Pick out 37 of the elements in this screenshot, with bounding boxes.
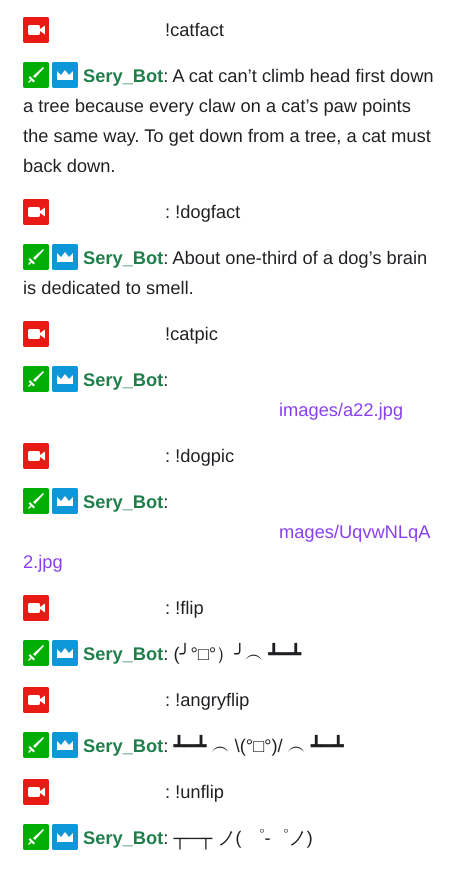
camera-icon xyxy=(23,321,49,347)
message-text: : !angryflip xyxy=(165,688,250,712)
chat-message: Sery_Bot: ┻━┻ ︵ \(°□°)/ ︵ ┻━┻ xyxy=(23,731,437,761)
crown-icon xyxy=(52,366,78,392)
sword-icon xyxy=(23,488,49,514)
crown-icon xyxy=(52,244,78,270)
chat-message: Sery_Bot: (╯°□°）╯︵ ┻━┻ xyxy=(23,639,437,669)
sword-icon xyxy=(23,366,49,392)
crown-icon xyxy=(52,824,78,850)
camera-icon xyxy=(23,17,49,43)
chat-message: Sery_Bot: About one-third of a dog’s brain is dedicated to smell. xyxy=(23,243,437,303)
camera-icon xyxy=(23,779,49,805)
message-text: : !dogfact xyxy=(165,200,240,224)
sword-icon xyxy=(23,244,49,270)
sword-icon xyxy=(23,640,49,666)
message-text: !catfact xyxy=(165,18,224,42)
message-text: : !dogpic xyxy=(165,444,234,468)
chat-message: Sery_Bot: xyxy=(23,365,437,395)
chat-message: Sery_Bot: ┬─┬ ノ( ゜-゜ノ) xyxy=(23,823,437,853)
message-text: !catpic xyxy=(165,322,218,346)
image-link[interactable]: images/a22.jpg xyxy=(23,395,437,425)
image-link[interactable]: mages/UqvwNLqA2.jpg xyxy=(23,517,437,577)
sword-icon xyxy=(23,732,49,758)
message-text: : !unflip xyxy=(165,780,224,804)
camera-icon xyxy=(23,443,49,469)
message-text: : !flip xyxy=(165,596,204,620)
chat-message: Sery_Bot: A cat can’t climb head first down a tree because every claw on a cat’s paw points the same way. To get down from a tree, a cat must back down. xyxy=(23,61,437,181)
crown-icon xyxy=(52,640,78,666)
sword-icon xyxy=(23,824,49,850)
crown-icon xyxy=(52,62,78,88)
camera-icon xyxy=(23,595,49,621)
chat-message: Sery_Bot: xyxy=(23,487,437,517)
camera-icon xyxy=(23,687,49,713)
camera-icon xyxy=(23,199,49,225)
crown-icon xyxy=(52,488,78,514)
sword-icon xyxy=(23,62,49,88)
crown-icon xyxy=(52,732,78,758)
